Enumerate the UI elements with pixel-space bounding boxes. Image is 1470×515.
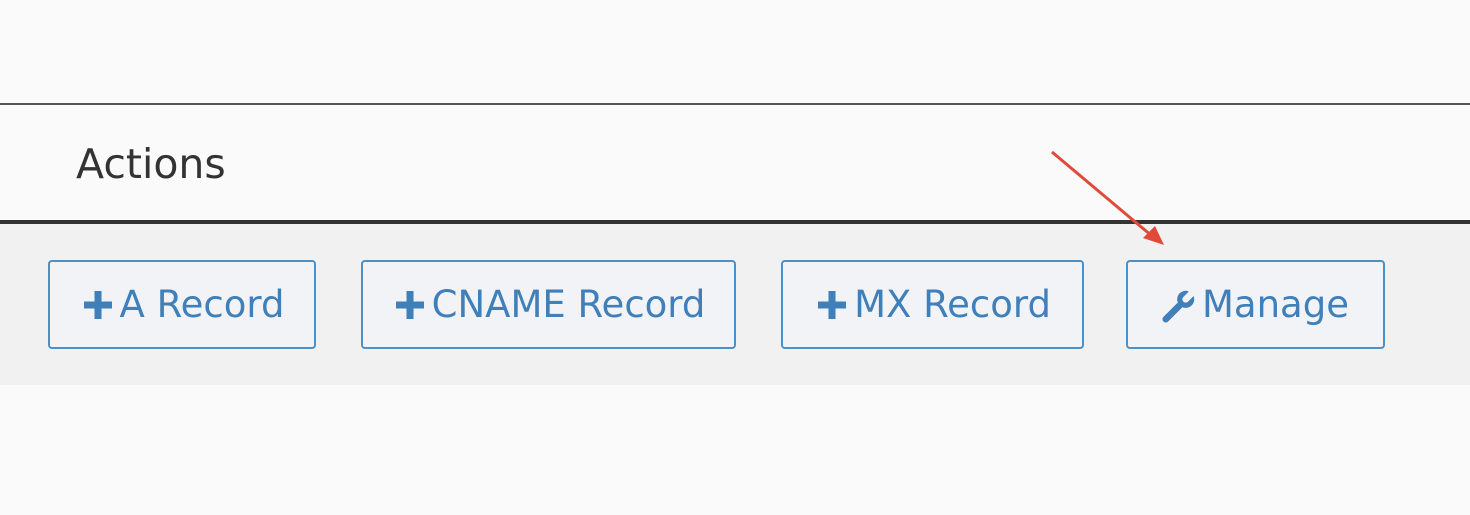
actions-column-header: Actions (76, 140, 226, 188)
add-a-record-button[interactable]: A Record (48, 260, 316, 349)
add-cname-record-label: CNAME Record (431, 283, 706, 326)
add-mx-record-label: MX Record (854, 283, 1051, 326)
add-a-record-label: A Record (119, 283, 285, 326)
plus-icon (814, 285, 850, 325)
manage-label: Manage (1202, 283, 1349, 326)
add-cname-record-button[interactable]: CNAME Record (361, 260, 736, 349)
wrench-icon (1162, 285, 1198, 325)
add-mx-record-button[interactable]: MX Record (781, 260, 1084, 349)
manage-button[interactable]: Manage (1126, 260, 1385, 349)
dns-zone-panel: Actions A Record CNAME Record MX Record … (0, 0, 1470, 515)
plus-icon (80, 285, 116, 325)
plus-icon (392, 285, 428, 325)
